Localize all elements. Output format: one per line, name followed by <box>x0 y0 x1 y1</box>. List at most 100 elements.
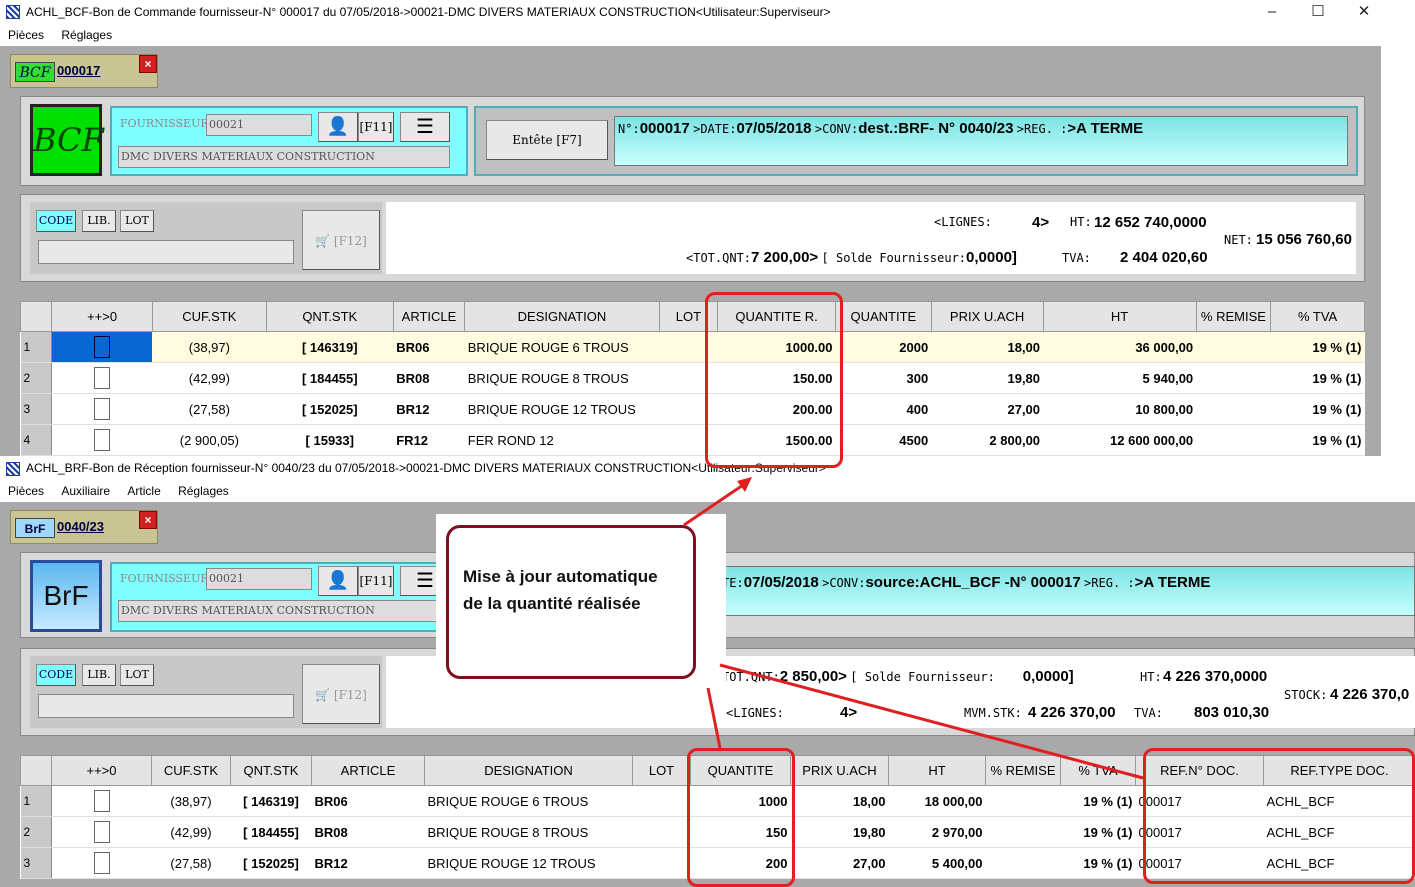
table-cell[interactable]: 36 000,00 <box>1043 331 1197 363</box>
col-header[interactable]: % TVA <box>1270 301 1365 332</box>
table-cell[interactable]: 18,00 <box>931 331 1044 363</box>
table-cell[interactable]: (42,99) <box>151 816 231 848</box>
col-header[interactable]: ARTICLE <box>392 301 466 332</box>
tab-lot[interactable]: LOT <box>120 664 154 686</box>
table-cell[interactable]: 4 <box>20 424 53 456</box>
row-checkbox[interactable] <box>94 367 111 389</box>
table-cell[interactable]: 27,00 <box>931 393 1044 425</box>
user-icon[interactable]: 👤 <box>318 566 358 596</box>
table-cell[interactable] <box>51 362 153 394</box>
table-cell[interactable]: [ 15933] <box>266 424 394 456</box>
table-cell[interactable]: [ 184455] <box>266 362 394 394</box>
col-header[interactable]: % REMISE <box>985 755 1061 786</box>
tab-lot[interactable]: LOT <box>120 210 154 232</box>
row-checkbox[interactable] <box>93 852 110 874</box>
table-cell[interactable]: BR08 <box>393 362 465 394</box>
table-cell[interactable]: 1 <box>20 785 52 817</box>
table-cell[interactable]: BR12 <box>393 393 465 425</box>
table-cell[interactable]: 400 <box>835 393 932 425</box>
table-cell[interactable] <box>51 785 152 817</box>
col-header[interactable] <box>20 755 52 786</box>
table-cell[interactable]: BRIQUE ROUGE 8 TROUS <box>464 362 660 394</box>
table-cell[interactable]: [ 146319] <box>266 331 394 363</box>
table-cell[interactable] <box>985 847 1061 879</box>
col-header[interactable]: CUF.STK <box>151 301 267 332</box>
table-cell[interactable]: 12 600 000,00 <box>1043 424 1197 456</box>
doc-tab[interactable]: BrF 0040/23 × <box>10 510 158 544</box>
table-cell[interactable] <box>1196 393 1271 425</box>
col-header[interactable]: % REMISE <box>1195 301 1272 332</box>
table-cell[interactable] <box>51 847 152 879</box>
table-cell[interactable]: 27,00 <box>790 847 889 879</box>
col-header[interactable]: ++>0 <box>51 755 152 786</box>
table-cell[interactable]: BR06 <box>393 331 465 363</box>
table-cell[interactable]: 10 800,00 <box>1043 393 1197 425</box>
table-row[interactable]: 1 (38,97)[ 146319] BR06 BRIQUE ROUGE 6 TROU… <box>20 331 1365 363</box>
table-cell[interactable]: 19 % (1) <box>1060 847 1136 879</box>
col-header[interactable]: % TVA <box>1060 755 1136 786</box>
table-cell[interactable]: 19 % (1) <box>1270 424 1365 456</box>
tab-code[interactable]: CODE <box>36 210 76 232</box>
table-cell[interactable]: BR06 <box>311 785 425 817</box>
menu-auxiliaire[interactable]: Auxiliaire <box>61 484 110 498</box>
search-input[interactable] <box>38 694 294 718</box>
col-header[interactable]: PRIX U.ACH <box>790 755 889 786</box>
table-cell[interactable]: 19,80 <box>931 362 1044 394</box>
row-checkbox[interactable] <box>94 336 111 358</box>
col-header[interactable]: HT <box>888 755 986 786</box>
menu-pieces[interactable]: Pièces <box>8 484 44 498</box>
maximize-button[interactable]: ☐ <box>1295 0 1341 24</box>
table-cell[interactable]: 19 % (1) <box>1270 362 1365 394</box>
table-cell[interactable]: 2 <box>20 362 53 394</box>
tab-lib[interactable]: LIB. <box>82 210 116 232</box>
entete-button[interactable]: Entête [F7] <box>486 120 608 160</box>
table-cell[interactable]: [ 184455] <box>230 816 312 848</box>
table-cell[interactable]: 1 <box>20 331 53 363</box>
table-cell[interactable]: 3 <box>20 847 52 879</box>
table-cell[interactable]: 2 800,00 <box>931 424 1044 456</box>
table-cell[interactable]: (42,99) <box>152 362 267 394</box>
table-cell[interactable]: (38,97) <box>151 785 231 817</box>
table-row[interactable]: 4 (2 900,05)[ 15933] FR12 FER ROND 12 1500.0… <box>20 424 1365 456</box>
table-cell[interactable]: BRIQUE ROUGE 12 TROUS <box>424 847 633 879</box>
table-cell[interactable]: 3 <box>20 393 53 425</box>
table-cell[interactable]: 2000 <box>835 331 932 363</box>
col-header[interactable]: DESIGNATION <box>424 755 633 786</box>
col-header[interactable]: DESIGNATION <box>464 301 660 332</box>
table-cell[interactable]: 19,80 <box>790 816 889 848</box>
table-cell[interactable]: 18,00 <box>790 785 889 817</box>
col-header[interactable] <box>19 301 53 332</box>
tab-lib[interactable]: LIB. <box>82 664 116 686</box>
doc-tab[interactable]: BCF 000017 × <box>10 54 158 88</box>
table-cell[interactable]: (38,97) <box>152 331 267 363</box>
row-checkbox[interactable] <box>93 821 110 843</box>
row-checkbox[interactable] <box>94 398 111 420</box>
cart-button[interactable]: 🛒 [F12] <box>302 210 380 270</box>
table-cell[interactable] <box>51 331 153 363</box>
table-cell[interactable]: [ 152025] <box>230 847 312 879</box>
table-cell[interactable]: 5 940,00 <box>1043 362 1197 394</box>
col-header[interactable]: LOT <box>632 755 691 786</box>
table-cell[interactable]: BR12 <box>311 847 425 879</box>
table-cell[interactable]: (27,58) <box>151 847 231 879</box>
table-cell[interactable]: (2 900,05) <box>152 424 267 456</box>
table-cell[interactable]: FR12 <box>393 424 465 456</box>
supplier-code-input[interactable]: 00021 <box>206 114 312 136</box>
close-tab-icon[interactable]: × <box>139 55 157 73</box>
table-cell[interactable]: 2 <box>20 816 52 848</box>
f11-button[interactable]: [F11] <box>358 566 394 596</box>
col-header[interactable]: QNT.STK <box>230 755 312 786</box>
table-cell[interactable]: BRIQUE ROUGE 6 TROUS <box>464 331 660 363</box>
menu-pieces[interactable]: Pièces <box>8 28 44 42</box>
col-header[interactable]: HT <box>1042 301 1197 332</box>
col-header[interactable]: QUANTITE <box>835 301 932 332</box>
table-cell[interactable] <box>51 393 153 425</box>
table-cell[interactable]: 19 % (1) <box>1060 785 1136 817</box>
table-cell[interactable] <box>985 816 1061 848</box>
menu-article[interactable]: Article <box>127 484 160 498</box>
table-cell[interactable]: 18 000,00 <box>888 785 986 817</box>
menu-reglages[interactable]: Réglages <box>178 484 229 498</box>
user-icon[interactable]: 👤 <box>318 112 358 142</box>
f11-button[interactable]: [F11] <box>358 112 394 142</box>
tab-code[interactable]: CODE <box>36 664 76 686</box>
